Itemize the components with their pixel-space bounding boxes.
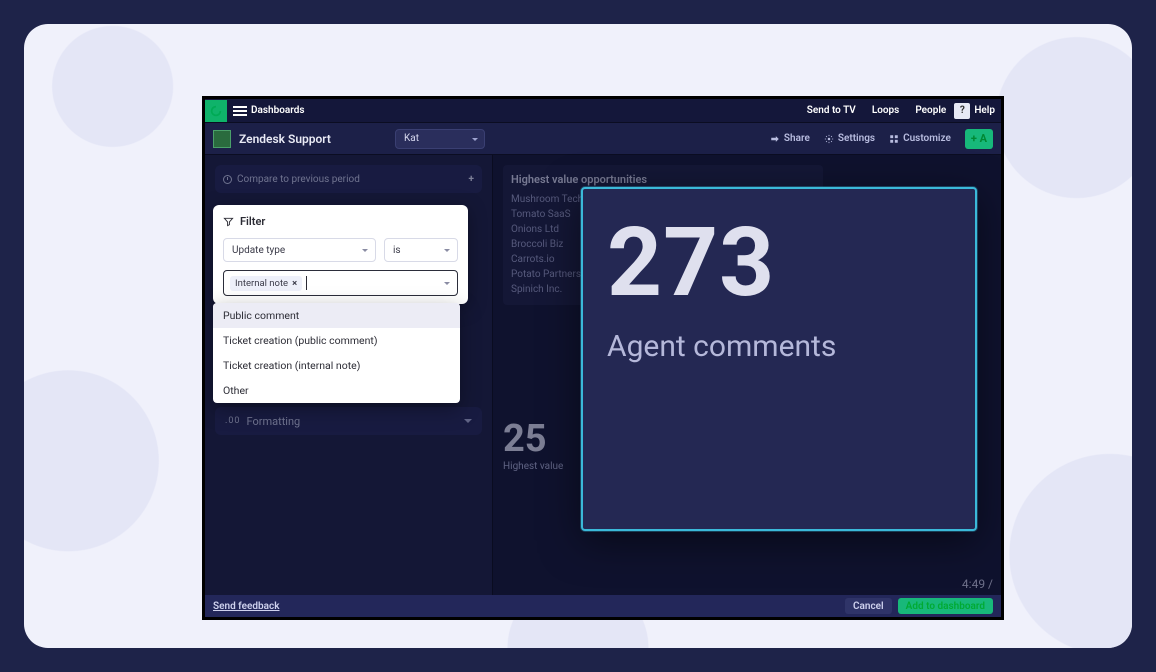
menu-icon[interactable] bbox=[233, 106, 247, 116]
dropdown-option[interactable]: Other bbox=[213, 378, 460, 403]
footer: Send feedback Cancel Add to dashboard bbox=[205, 595, 1001, 617]
timecode: 4:49 / bbox=[962, 577, 993, 591]
loops-link[interactable]: Loops bbox=[872, 105, 900, 116]
filter-field-select[interactable]: Update type bbox=[223, 238, 376, 262]
spotlight-value: 273 bbox=[607, 215, 951, 311]
people-link[interactable]: People bbox=[915, 105, 946, 116]
customize-button[interactable]: Customize bbox=[889, 133, 951, 144]
user-select[interactable]: Kat bbox=[395, 129, 485, 149]
spotlight-label: Agent comments bbox=[607, 329, 951, 364]
settings-button[interactable]: Settings bbox=[824, 133, 875, 144]
dropdown-option[interactable]: Ticket creation (public comment) bbox=[213, 328, 460, 353]
text-caret bbox=[306, 276, 307, 290]
filter-operator-select[interactable]: is bbox=[384, 238, 458, 262]
formatting-row[interactable]: .00 Formatting bbox=[215, 407, 482, 435]
help-link[interactable]: Help bbox=[974, 105, 995, 116]
spotlight-card: 273 Agent comments bbox=[581, 187, 977, 531]
filter-chip: Internal note × bbox=[230, 276, 302, 291]
filter-card: Filter Update type is Internal note bbox=[213, 205, 468, 304]
topbar: Dashboards Send to TV Loops People ? Hel… bbox=[205, 99, 1001, 123]
page-title: Dashboards bbox=[251, 105, 305, 116]
share-button[interactable]: Share bbox=[770, 133, 810, 144]
integration-icon bbox=[213, 130, 231, 148]
filter-value-input[interactable]: Internal note × bbox=[223, 270, 458, 296]
compare-row[interactable]: Compare to previous period + bbox=[215, 165, 482, 193]
integration-name: Zendesk Support bbox=[239, 132, 331, 146]
dropdown-option[interactable]: Ticket creation (internal note) bbox=[213, 353, 460, 378]
filter-dropdown: Public comment Ticket creation (public c… bbox=[213, 303, 460, 403]
add-to-dashboard-button[interactable]: Add to dashboard bbox=[898, 598, 993, 614]
add-button[interactable]: + A bbox=[965, 129, 993, 149]
stat-value: 25 bbox=[503, 417, 563, 461]
clock-icon bbox=[223, 175, 232, 184]
cancel-button[interactable]: Cancel bbox=[845, 598, 892, 614]
main-area: Highest value opportunities Mushroom Tec… bbox=[493, 155, 1001, 595]
help-icon[interactable]: ? bbox=[954, 103, 970, 119]
chip-remove-icon[interactable]: × bbox=[292, 278, 297, 289]
dropdown-option[interactable]: Public comment bbox=[213, 303, 460, 328]
app-logo bbox=[205, 100, 227, 122]
plus-icon[interactable]: + bbox=[469, 174, 474, 185]
send-to-tv-link[interactable]: Send to TV bbox=[807, 105, 856, 116]
formatting-icon: .00 bbox=[225, 416, 241, 426]
panel-title: Highest value opportunities bbox=[511, 173, 815, 186]
send-feedback-link[interactable]: Send feedback bbox=[213, 601, 280, 612]
user-select-value: Kat bbox=[404, 133, 419, 144]
subheader: Zendesk Support Kat Share Settings Custo… bbox=[205, 123, 1001, 155]
left-panel: Compare to previous period + Filter Upda… bbox=[205, 155, 493, 595]
app-window: Dashboards Send to TV Loops People ? Hel… bbox=[202, 96, 1004, 620]
stat-label: Highest value bbox=[503, 461, 563, 472]
small-stat: 25 Highest value bbox=[503, 417, 563, 472]
filter-icon bbox=[223, 216, 234, 227]
